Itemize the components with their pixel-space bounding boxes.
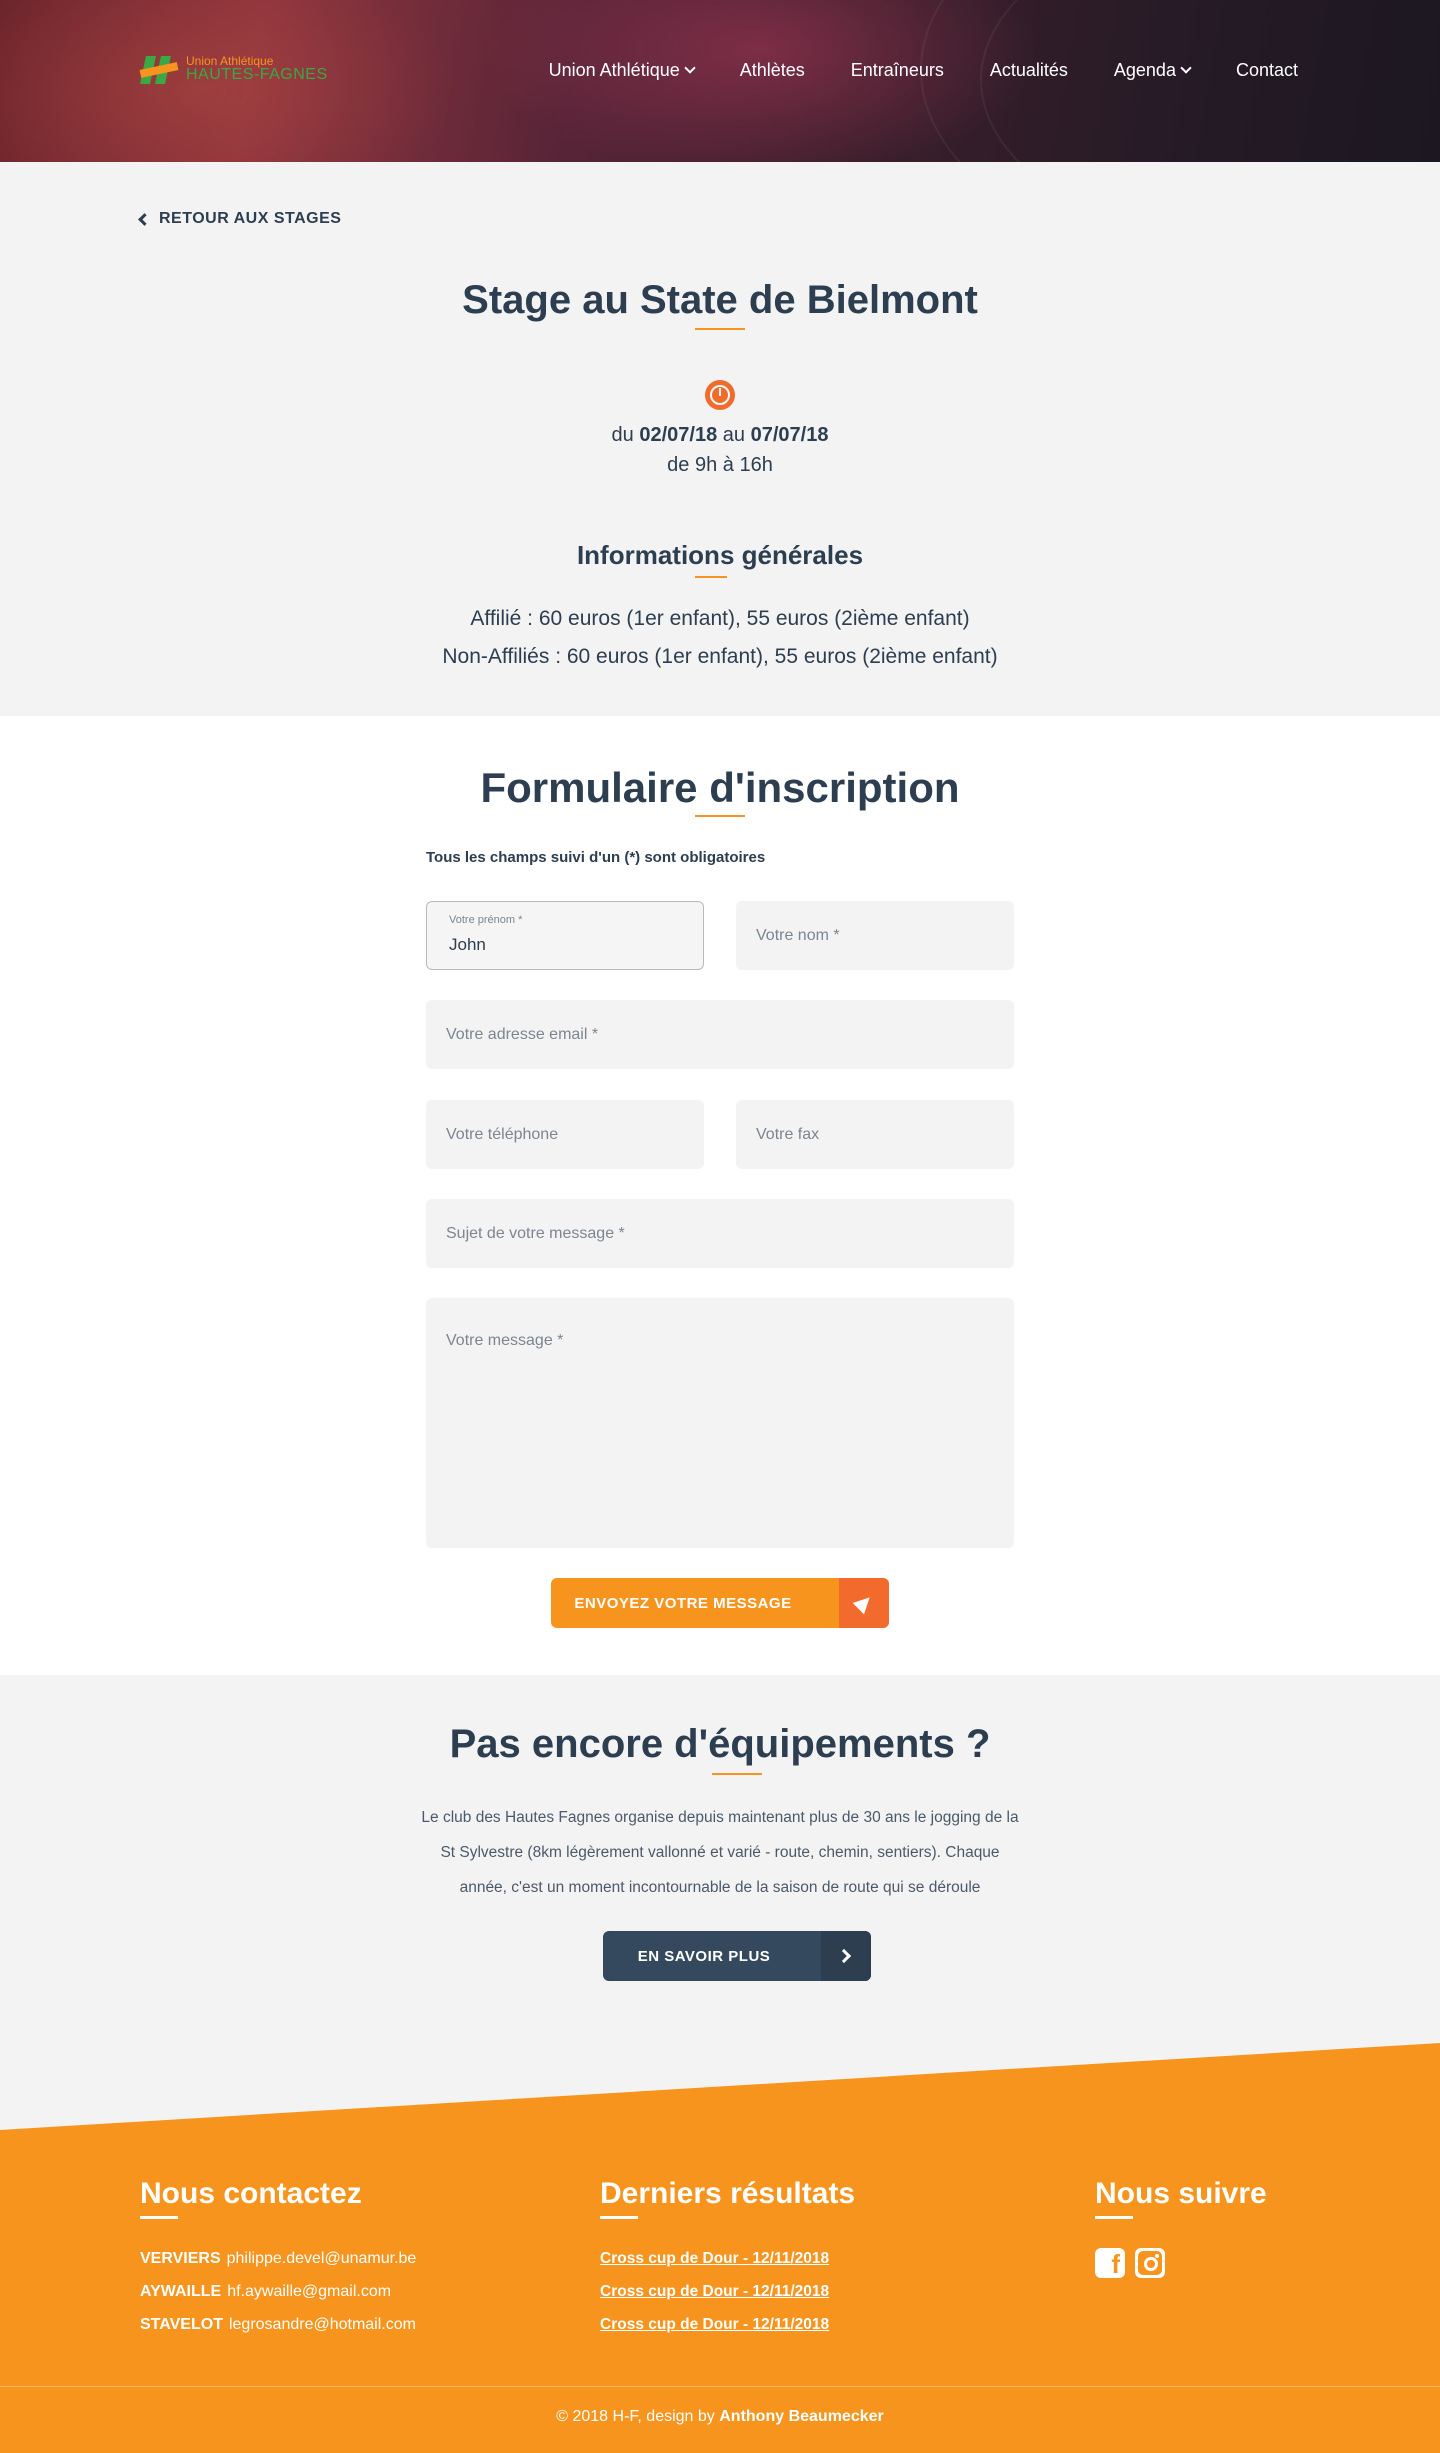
contact-title: Nous contactez bbox=[140, 2177, 362, 2210]
header-banner: Union Athlétique HAUTES-FAGNES Union Ath… bbox=[0, 0, 1440, 162]
follow-title-underline bbox=[1095, 2216, 1133, 2219]
copyright: © 2018 H-F, design by Anthony Beaumecker bbox=[0, 2408, 1440, 2426]
chevron-left-icon bbox=[138, 212, 151, 226]
chevron-right-icon bbox=[821, 1931, 871, 1981]
nav-item-contact[interactable]: Contact bbox=[1236, 60, 1298, 81]
nav-item-agenda[interactable]: Agenda bbox=[1113, 60, 1192, 81]
copyright-prefix: © 2018 H-F, design by bbox=[556, 2408, 715, 2425]
result-link[interactable]: Cross cup de Dour - 12/11/2018 bbox=[600, 2316, 829, 2334]
phone-placeholder: Votre téléphone bbox=[446, 1125, 559, 1143]
contact-email[interactable]: legrosandre@hotmail.com bbox=[229, 2316, 416, 2333]
contact-row: STAVELOT legrosandre@hotmail.com bbox=[140, 2316, 416, 2334]
send-icon bbox=[839, 1578, 889, 1628]
contact-email[interactable]: philippe.devel@unamur.be bbox=[227, 2250, 417, 2267]
phone-field[interactable]: Votre téléphone bbox=[426, 1100, 704, 1169]
email-field[interactable]: Votre adresse email * bbox=[426, 1000, 1014, 1069]
stage-hours: de 9h à 16h bbox=[667, 454, 773, 476]
info-title-underline bbox=[695, 576, 727, 578]
contact-city: VERVIERS bbox=[140, 2250, 221, 2267]
instagram-icon[interactable] bbox=[1135, 2248, 1165, 2278]
lastname-placeholder: Votre nom * bbox=[756, 926, 840, 944]
chevron-down-icon bbox=[684, 62, 696, 74]
submit-label: ENVOYEZ VOTRE MESSAGE bbox=[574, 1594, 792, 1612]
info-title: Informations générales bbox=[576, 540, 864, 570]
nav-item-label: Actualités bbox=[989, 60, 1068, 80]
contact-email[interactable]: hf.aywaille@gmail.com bbox=[227, 2283, 391, 2300]
nav-item-label: Union Athlétique bbox=[548, 60, 680, 80]
form-title-underline bbox=[695, 815, 745, 817]
logo-text: Union Athlétique HAUTES-FAGNES bbox=[186, 55, 328, 83]
info-lines: Affilié : 60 euros (1er enfant), 55 euro… bbox=[0, 600, 1440, 676]
stage-title: Stage au State de Bielmont bbox=[462, 278, 978, 322]
main-nav: Union Athlétique Athlètes Entraîneurs Ac… bbox=[549, 60, 1298, 81]
back-to-stages-link[interactable]: RETOUR AUX STAGES bbox=[138, 210, 342, 228]
contact-row: AYWAILLE hf.aywaille@gmail.com bbox=[140, 2283, 391, 2301]
fax-field[interactable]: Votre fax bbox=[736, 1100, 1014, 1169]
follow-title: Nous suivre bbox=[1095, 2177, 1267, 2210]
nav-item-entraineurs[interactable]: Entraîneurs bbox=[851, 60, 944, 81]
chevron-down-icon bbox=[1180, 62, 1192, 74]
subject-field[interactable]: Sujet de votre message * bbox=[426, 1199, 1014, 1268]
page: Union Athlétique HAUTES-FAGNES Union Ath… bbox=[0, 0, 1440, 2453]
stage-dates: du 02/07/18 au 07/07/18 de 9h à 16h bbox=[0, 420, 1440, 480]
nav-item-label: Contact bbox=[1235, 60, 1298, 80]
contact-city: AYWAILLE bbox=[140, 2283, 222, 2300]
firstname-field[interactable]: Votre prénom * John bbox=[426, 901, 704, 970]
date-start: 02/07/18 bbox=[639, 424, 718, 446]
learn-more-label: EN SAVOIR PLUS bbox=[637, 1947, 771, 1965]
firstname-label: Votre prénom * bbox=[449, 914, 523, 926]
result-link[interactable]: Cross cup de Dour - 12/11/2018 bbox=[600, 2283, 829, 2301]
subject-placeholder: Sujet de votre message * bbox=[446, 1224, 625, 1242]
form-title: Formulaire d'inscription bbox=[480, 764, 960, 811]
equipment-text: Le club des Hautes Fagnes organise depui… bbox=[421, 1809, 1019, 1896]
footer-divider bbox=[0, 2386, 1440, 2387]
nav-item-athletes[interactable]: Athlètes bbox=[740, 60, 805, 81]
price-line-non-affilie: Non-Affiliés : 60 euros (1er enfant), 55… bbox=[442, 645, 998, 668]
submit-button[interactable]: ENVOYEZ VOTRE MESSAGE bbox=[551, 1578, 889, 1628]
nav-item-actualites[interactable]: Actualités bbox=[990, 60, 1068, 81]
contact-row: VERVIERS philippe.devel@unamur.be bbox=[140, 2250, 416, 2268]
back-link-label: RETOUR AUX STAGES bbox=[159, 210, 342, 227]
date-mid: au bbox=[722, 424, 746, 446]
site-logo[interactable]: Union Athlétique HAUTES-FAGNES bbox=[139, 52, 328, 86]
copyright-author[interactable]: Anthony Beaumecker bbox=[719, 2408, 884, 2425]
contact-title-underline bbox=[140, 2216, 178, 2219]
equipment-title: Pas encore d'équipements ? bbox=[449, 1722, 991, 1766]
date-prefix: du bbox=[611, 424, 634, 446]
equipment-title-underline bbox=[712, 1773, 762, 1775]
logo-line-2: HAUTES-FAGNES bbox=[186, 66, 328, 83]
results-title-underline bbox=[600, 2216, 638, 2219]
message-placeholder: Votre message * bbox=[446, 1332, 564, 1349]
contact-city: STAVELOT bbox=[140, 2316, 223, 2333]
date-range: du 02/07/18 au 07/07/18 bbox=[0, 420, 1440, 450]
nav-item-label: Agenda bbox=[1113, 60, 1176, 80]
results-title: Derniers résultats bbox=[600, 2177, 856, 2210]
message-field[interactable]: Votre message * bbox=[426, 1298, 1014, 1548]
result-link[interactable]: Cross cup de Dour - 12/11/2018 bbox=[600, 2250, 829, 2268]
required-note: Tous les champs suivi d'un (*) sont obli… bbox=[426, 849, 766, 866]
logo-mark-icon bbox=[139, 52, 180, 86]
date-end: 07/07/18 bbox=[750, 424, 829, 446]
title-underline bbox=[695, 328, 745, 330]
price-line-affilie: Affilié : 60 euros (1er enfant), 55 euro… bbox=[470, 607, 970, 630]
lastname-field[interactable]: Votre nom * bbox=[736, 901, 1014, 970]
nav-item-label: Entraîneurs bbox=[850, 60, 944, 80]
nav-item-union-athletique[interactable]: Union Athlétique bbox=[548, 60, 696, 81]
clock-icon bbox=[705, 380, 735, 410]
firstname-value: John bbox=[449, 935, 486, 954]
learn-more-button[interactable]: EN SAVOIR PLUS bbox=[603, 1931, 871, 1981]
email-placeholder: Votre adresse email * bbox=[446, 1025, 599, 1043]
facebook-icon[interactable] bbox=[1095, 2248, 1125, 2280]
nav-item-label: Athlètes bbox=[739, 60, 805, 80]
fax-placeholder: Votre fax bbox=[756, 1125, 820, 1143]
